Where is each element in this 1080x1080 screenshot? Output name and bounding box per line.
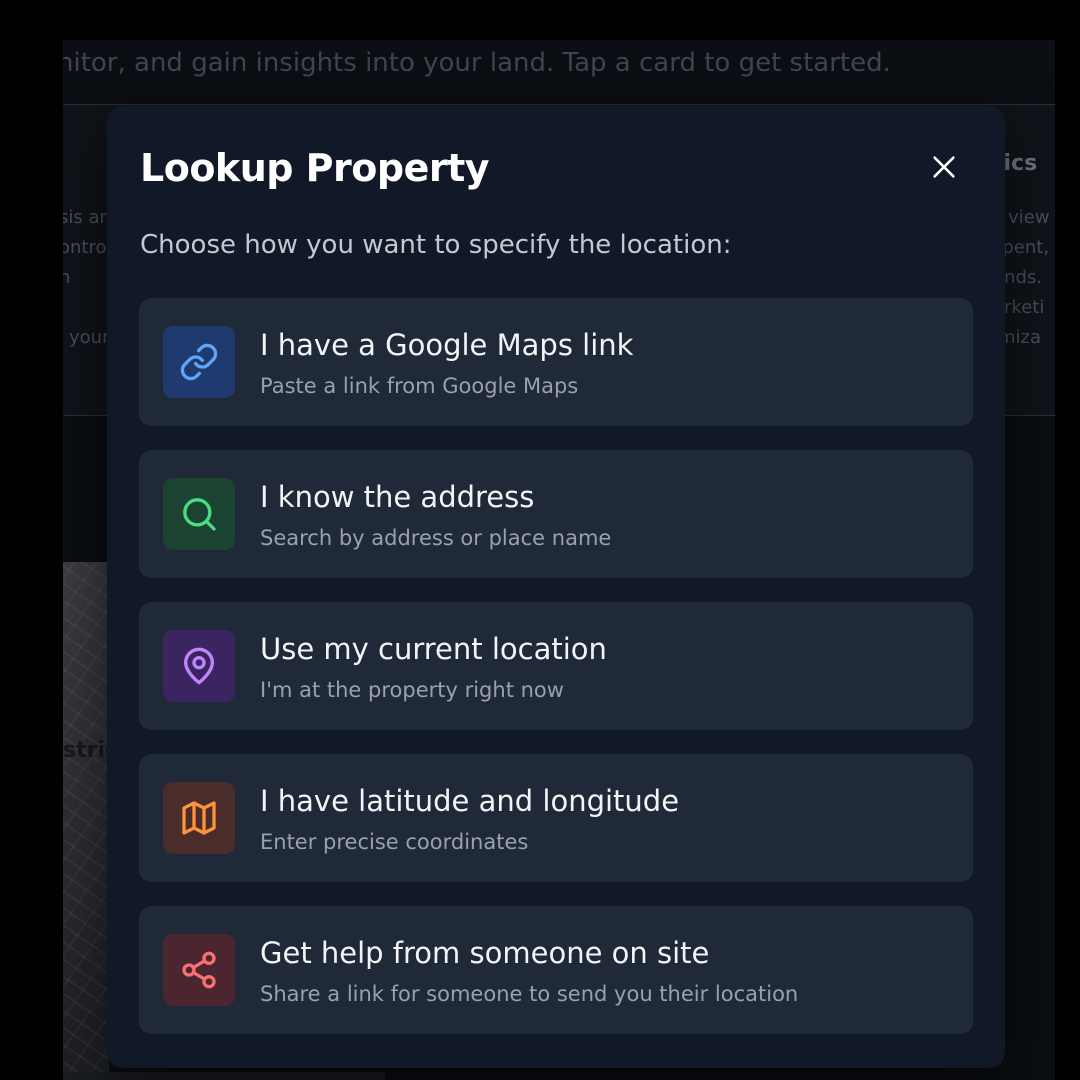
close-button[interactable] <box>919 142 969 192</box>
background-card-left-line: ontro <box>63 237 107 258</box>
map-icon <box>182 801 216 835</box>
option-title: I know the address <box>260 480 535 514</box>
option-description: I'm at the property right now <box>260 678 564 702</box>
background-intro-text: nitor, and gain insights into your land.… <box>63 48 891 78</box>
option-description: Share a link for someone to send you the… <box>260 982 799 1006</box>
option-title: I have latitude and longitude <box>260 784 680 818</box>
option-google-maps-link[interactable]: I have a Google Maps link Paste a link f… <box>139 298 973 426</box>
option-icon-box <box>163 630 235 702</box>
option-icon-box <box>163 326 235 398</box>
app-screen: nitor, and gain insights into your land.… <box>0 0 1080 1080</box>
background-card-left-line: your <box>69 327 110 348</box>
search-icon <box>183 498 216 531</box>
option-address[interactable]: I know the address Search by address or … <box>139 450 973 578</box>
map-pin-icon <box>184 647 214 685</box>
option-description: Search by address or place name <box>260 526 612 550</box>
close-icon <box>933 156 955 178</box>
background-card-left-line: h <box>63 267 71 288</box>
option-description: Enter precise coordinates <box>260 830 529 854</box>
option-icon-box <box>163 934 235 1006</box>
location-options-list: I have a Google Maps link Paste a link f… <box>139 298 973 1058</box>
link-icon <box>180 343 218 381</box>
lookup-property-modal: Lookup Property Choose how you want to s… <box>107 106 1005 1068</box>
option-title: I have a Google Maps link <box>260 328 634 362</box>
background-map: stric <box>63 562 118 1080</box>
modal-subtitle: Choose how you want to specify the locat… <box>140 230 732 260</box>
option-help-on-site[interactable]: Get help from someone on site Share a li… <box>139 906 973 1034</box>
option-current-location[interactable]: Use my current location I'm at the prope… <box>139 602 973 730</box>
option-title: Get help from someone on site <box>260 936 710 970</box>
share-icon <box>182 951 216 989</box>
background-card-left-line: sis an <box>63 207 111 228</box>
option-icon-box <box>163 782 235 854</box>
option-title: Use my current location <box>260 632 607 666</box>
background-bottom-bar <box>63 1072 385 1080</box>
option-coordinates[interactable]: I have latitude and longitude Enter prec… <box>139 754 973 882</box>
option-icon-box <box>163 478 235 550</box>
modal-title: Lookup Property <box>140 146 490 190</box>
option-description: Paste a link from Google Maps <box>260 374 579 398</box>
